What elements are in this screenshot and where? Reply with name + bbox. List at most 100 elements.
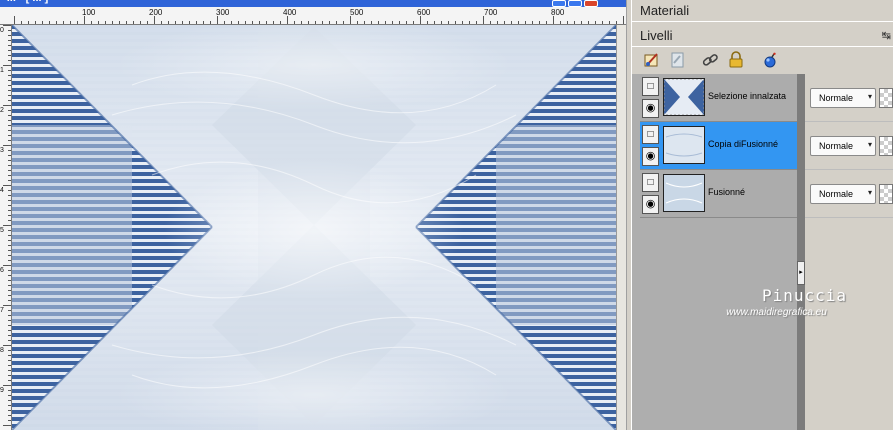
ruler-label: 3 <box>0 147 4 154</box>
ruler-tick <box>455 21 456 24</box>
opacity-swatch[interactable] <box>879 88 893 108</box>
ruler-tick <box>8 35 11 36</box>
ruler-label: 7 <box>0 307 4 314</box>
ruler-tick <box>168 21 169 24</box>
ruler-tick <box>3 265 11 266</box>
ruler-tick <box>8 45 11 46</box>
scroll-handle-icon[interactable]: ▸ <box>797 261 805 285</box>
ruler-tick <box>8 325 11 326</box>
ruler-tick <box>357 21 358 24</box>
ruler-tick <box>105 21 106 24</box>
materials-palette-header[interactable]: Materiali <box>632 0 893 22</box>
ruler-tick <box>8 220 11 221</box>
blend-mode-select[interactable]: Normale ▾ <box>810 136 876 156</box>
layer-thumbnail <box>663 78 705 116</box>
layer-row-copia-difusionne[interactable]: □ ◉ Copia diFusionné <box>640 122 797 170</box>
ruler-label: 5 <box>0 227 4 234</box>
ruler-tick <box>8 350 11 351</box>
new-vector-layer-icon[interactable] <box>668 50 688 70</box>
layer-mask-icon[interactable]: □ <box>642 125 659 144</box>
ruler-tick <box>483 16 484 24</box>
lock-icon[interactable] <box>726 50 746 70</box>
ruler-label: 200 <box>149 8 163 17</box>
ruler-tick <box>8 375 11 376</box>
horizontal-ruler: 100 200 300 400 500 600 700 800 <box>0 7 626 25</box>
ruler-tick <box>399 21 400 24</box>
ruler-tick <box>8 235 11 236</box>
maximize-button[interactable] <box>568 0 582 7</box>
layers-toolbar <box>632 48 893 74</box>
ruler-tick <box>3 145 11 146</box>
minimize-button[interactable] <box>552 0 566 7</box>
pin-icon[interactable]: ↹ <box>882 29 891 42</box>
layer-row-fusionne[interactable]: □ ◉ Fusionné <box>640 170 797 218</box>
eye-icon[interactable]: ◉ <box>642 147 659 166</box>
blend-row: Normale ▾ <box>805 122 893 170</box>
ruler-tick <box>49 21 50 24</box>
ruler-tick <box>546 21 547 24</box>
ruler-tick <box>182 21 183 24</box>
vertical-ruler: 0 1 2 3 4 5 6 7 8 9 <box>0 25 12 430</box>
ruler-tick <box>8 175 11 176</box>
ruler-tick <box>581 21 582 24</box>
ruler-label: 300 <box>216 8 230 17</box>
ruler-tick <box>3 385 11 386</box>
ruler-tick <box>8 115 11 116</box>
ruler-tick <box>8 165 11 166</box>
ruler-tick <box>8 160 11 161</box>
ruler-tick <box>378 21 379 24</box>
layer-thumbnail <box>663 126 705 164</box>
eye-icon[interactable]: ◉ <box>642 99 659 118</box>
document-titlebar[interactable]: - ... - [ ... ] <box>0 0 626 7</box>
ruler-tick <box>8 30 11 31</box>
ruler-tick <box>8 75 11 76</box>
ruler-tick <box>8 90 11 91</box>
ruler-tick <box>427 21 428 24</box>
eye-icon[interactable]: ◉ <box>642 195 659 214</box>
ruler-tick <box>8 275 11 276</box>
layer-mask-icon[interactable]: □ <box>642 173 659 192</box>
blend-mode-select[interactable]: Normale ▾ <box>810 184 876 204</box>
ruler-tick <box>147 21 148 24</box>
ruler-tick <box>273 21 274 24</box>
layers-scrollbar[interactable]: ▸ <box>797 74 805 430</box>
ruler-tick <box>8 355 11 356</box>
ruler-tick <box>133 21 134 24</box>
canvas-vertical-scrollbar[interactable] <box>616 25 626 430</box>
close-button[interactable] <box>584 0 598 7</box>
ruler-tick <box>3 65 11 66</box>
link-icon[interactable] <box>700 50 720 70</box>
ruler-tick <box>175 21 176 24</box>
ruler-tick <box>8 95 11 96</box>
document-window: - ... - [ ... ] 100 200 300 400 500 600 … <box>0 0 626 430</box>
layer-row-selezione-innalzata[interactable]: □ ◉ Selezione innalzata <box>640 74 797 122</box>
opacity-swatch[interactable] <box>879 184 893 204</box>
ruler-tick <box>8 415 11 416</box>
ruler-tick <box>3 105 11 106</box>
ruler-tick <box>8 100 11 101</box>
blend-mode-value: Normale <box>819 93 854 103</box>
ruler-tick <box>3 185 11 186</box>
delete-layer-icon[interactable] <box>760 50 780 70</box>
ruler-tick <box>448 21 449 24</box>
layer-mask-icon[interactable]: □ <box>642 77 659 96</box>
image-canvas[interactable] <box>12 25 616 430</box>
ruler-tick <box>595 21 596 24</box>
new-raster-layer-icon[interactable] <box>642 50 662 70</box>
ruler-tick <box>8 150 11 151</box>
ruler-label: 1 <box>0 67 4 74</box>
layer-name: Copia diFusionné <box>708 139 779 149</box>
blend-mode-select[interactable]: Normale ▾ <box>810 88 876 108</box>
ruler-tick <box>588 21 589 24</box>
blend-row: Normale ▾ <box>805 170 893 218</box>
ruler-tick <box>3 345 11 346</box>
ruler-tick <box>8 110 11 111</box>
ruler-tick <box>8 340 11 341</box>
opacity-swatch[interactable] <box>879 136 893 156</box>
ruler-tick <box>8 395 11 396</box>
ruler-tick <box>574 21 575 24</box>
layers-palette-header[interactable]: Livelli ↹ <box>632 25 893 47</box>
ruler-tick <box>231 21 232 24</box>
ruler-tick <box>70 21 71 24</box>
ruler-label: 400 <box>283 8 297 17</box>
